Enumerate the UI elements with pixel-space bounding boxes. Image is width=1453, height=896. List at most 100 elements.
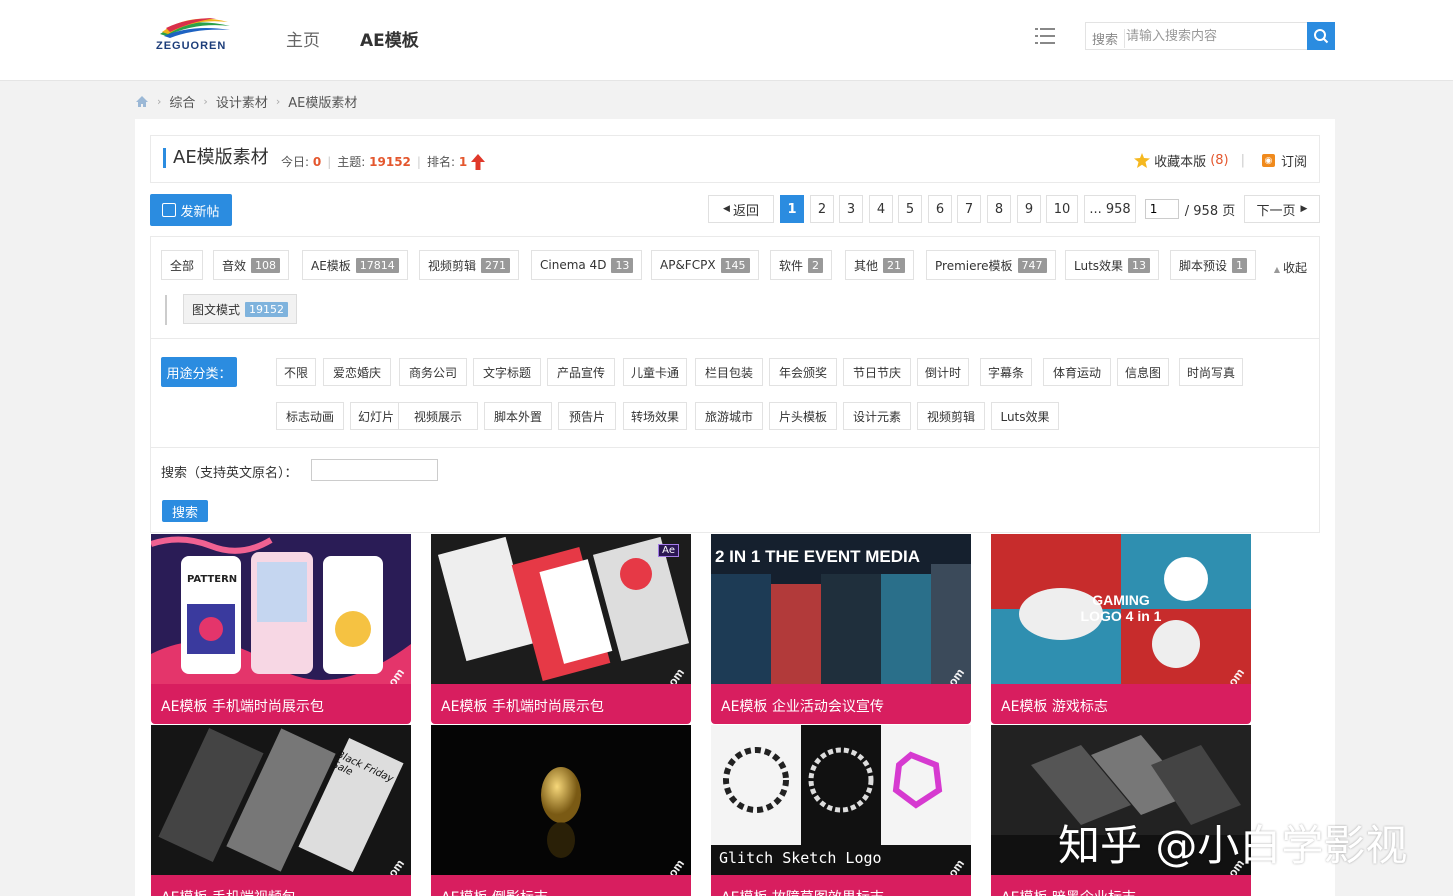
thread-card[interactable]: Glitch Sketch Logo cgsoso.com AE模板 故障草图效…: [711, 725, 971, 896]
use-category-tag[interactable]: 时尚写真: [1179, 358, 1243, 386]
favorite-forum-link[interactable]: 收藏本版 (8) |: [1134, 151, 1245, 170]
thread-card[interactable]: PATTERN cgsoso.com AE模板 手机端时尚展示包: [151, 534, 411, 724]
filter-search-input[interactable]: [311, 459, 438, 481]
thread-title[interactable]: AE模板 故障草图效果标志: [711, 875, 971, 896]
thread-thumbnail[interactable]: PATTERN cgsoso.com: [151, 534, 411, 684]
type-tag[interactable]: AP&FCPX145: [651, 250, 759, 280]
type-tag[interactable]: AE模板17814: [302, 250, 408, 280]
pager-page-4[interactable]: 4: [869, 195, 893, 223]
thread-title[interactable]: AE模板 手机端时尚展示包: [431, 684, 691, 724]
thread-thumbnail[interactable]: Glitch Sketch Logo cgsoso.com: [711, 725, 971, 875]
pager-back[interactable]: ◀返回: [708, 195, 774, 223]
pager-page-5[interactable]: 5: [898, 195, 922, 223]
today-count: 0: [313, 155, 321, 169]
type-tag[interactable]: Cinema 4D13: [531, 250, 642, 280]
pager-jump-input[interactable]: [1145, 199, 1179, 219]
thumbnail-text: 2 IN 1 THE EVENT MEDIA: [715, 542, 941, 572]
thread-title[interactable]: AE模板 倒影标志: [431, 875, 691, 896]
breadcrumb-item[interactable]: AE模版素材: [288, 92, 357, 111]
use-category-tag[interactable]: 栏目包装: [695, 358, 763, 386]
use-category-tag[interactable]: 转场效果: [623, 402, 687, 430]
thread-thumbnail[interactable]: 2 IN 1 THE EVENT MEDIA cgsoso.com: [711, 534, 971, 684]
use-category-tag[interactable]: 儿童卡通: [623, 358, 687, 386]
use-category-tag[interactable]: 节日节庆: [843, 358, 911, 386]
pager-page-10[interactable]: 10: [1046, 195, 1078, 223]
use-category-tag[interactable]: 片头模板: [769, 402, 837, 430]
thread-card[interactable]: 2 IN 1 THE EVENT MEDIA cgsoso.com AE模板 企…: [711, 534, 971, 724]
breadcrumb-item[interactable]: 设计素材: [216, 92, 268, 111]
thread-thumbnail[interactable]: GAMING LOGO 4 in 1 cgsoso.com: [991, 534, 1251, 684]
pager-next[interactable]: 下一页▶: [1244, 195, 1320, 223]
thread-title[interactable]: AE模板 暗黑企业标志: [991, 875, 1251, 896]
thread-title[interactable]: AE模板 企业活动会议宣传: [711, 684, 971, 724]
type-tag-label: 软件: [779, 257, 803, 274]
thread-title[interactable]: AE模板 手机端时尚展示包: [151, 684, 411, 724]
use-category-tag[interactable]: 预告片: [558, 402, 616, 430]
type-tag-all[interactable]: 全部: [161, 250, 203, 280]
type-tag[interactable]: Luts效果13: [1065, 250, 1159, 280]
pager-page-6[interactable]: 6: [928, 195, 952, 223]
use-category-tag[interactable]: 爱恋婚庆: [323, 358, 391, 386]
phone-mockup-thumbnail-icon: [151, 534, 411, 684]
type-tag[interactable]: Premiere模板747: [926, 250, 1056, 280]
type-tag[interactable]: 视频剪辑271: [419, 250, 519, 280]
thread-thumbnail[interactable]: Black Friday Sale cgsoso.com: [151, 725, 411, 875]
pager-page-7[interactable]: 7: [957, 195, 981, 223]
thread-title[interactable]: AE模板 游戏标志: [991, 684, 1251, 724]
use-category-tag[interactable]: 幻灯片: [350, 402, 402, 430]
thread-card[interactable]: Ae cgsoso.com AE模板 手机端时尚展示包: [431, 534, 691, 724]
type-tag[interactable]: 音效108: [213, 250, 289, 280]
use-category-tag[interactable]: Luts效果: [991, 402, 1059, 430]
collapse-toggle[interactable]: ▲收起: [1274, 259, 1307, 276]
use-category-tag[interactable]: 文字标题: [473, 358, 541, 386]
pager-last-page[interactable]: ... 958: [1084, 195, 1136, 223]
nav-ae-templates[interactable]: AE模板: [360, 26, 419, 51]
breadcrumb-item[interactable]: 综合: [169, 92, 195, 111]
type-tag[interactable]: 其他21: [845, 250, 914, 280]
pager-page-1[interactable]: 1: [780, 195, 804, 223]
thread-card[interactable]: cgsoso.com AE模板 倒影标志: [431, 725, 691, 896]
use-category-tag[interactable]: 设计元素: [843, 402, 911, 430]
search-input[interactable]: [1126, 24, 1306, 48]
home-icon[interactable]: [135, 95, 149, 108]
use-category-tag[interactable]: 字幕条: [980, 358, 1032, 386]
type-count-badge: 13: [611, 258, 633, 273]
type-tag[interactable]: 软件2: [770, 250, 832, 280]
new-post-button[interactable]: 发新帖: [150, 194, 232, 226]
pager-page-2[interactable]: 2: [810, 195, 834, 223]
use-category-tag[interactable]: 视频剪辑: [917, 402, 985, 430]
site-logo[interactable]: ZEGUOREN: [156, 14, 234, 56]
thread-card[interactable]: GAMING LOGO 4 in 1 cgsoso.com AE模板 游戏标志: [991, 534, 1251, 724]
subscribe-link[interactable]: ◉ 订阅: [1262, 151, 1307, 170]
use-category-tag[interactable]: 商务公司: [399, 358, 467, 386]
use-category-tag[interactable]: 不限: [276, 358, 316, 386]
logo-swoosh-icon: [156, 14, 234, 40]
thread-thumbnail[interactable]: cgsoso.com: [431, 725, 691, 875]
type-tag-label: AE模板: [311, 257, 351, 274]
use-category-tag[interactable]: 年会颁奖: [769, 358, 837, 386]
use-category-tag[interactable]: 体育运动: [1043, 358, 1111, 386]
phone-mockup-thumbnail-icon: [431, 534, 691, 684]
pager-jump: / 958 页: [1142, 195, 1238, 223]
search-button[interactable]: [1307, 22, 1335, 50]
nav-home[interactable]: 主页: [286, 26, 320, 51]
mode-divider: [165, 295, 167, 325]
thread-title[interactable]: AE模板 手机端视频包: [151, 875, 411, 896]
use-category-tag[interactable]: 标志动画: [276, 402, 344, 430]
thread-thumbnail[interactable]: Ae cgsoso.com: [431, 534, 691, 684]
use-category-tag[interactable]: 倒计时: [917, 358, 969, 386]
pager-page-9[interactable]: 9: [1017, 195, 1041, 223]
filter-search-button[interactable]: 搜索: [162, 500, 208, 522]
thread-card[interactable]: Black Friday Sale cgsoso.com AE模板 手机端视频包: [151, 725, 411, 896]
use-category-tag[interactable]: 旅游城市: [695, 402, 763, 430]
pager-page-3[interactable]: 3: [839, 195, 863, 223]
use-category-tag[interactable]: 信息图: [1117, 358, 1169, 386]
overlay-watermark: 知乎 @小白学影视: [1058, 812, 1407, 873]
display-mode-tag[interactable]: 图文模式19152: [183, 294, 297, 324]
use-category-tag[interactable]: 视频展示: [398, 402, 478, 430]
use-category-tag[interactable]: 脚本外置: [484, 402, 552, 430]
list-menu-icon[interactable]: [1035, 27, 1055, 45]
type-tag[interactable]: 脚本预设1: [1170, 250, 1256, 280]
use-category-tag[interactable]: 产品宣传: [547, 358, 615, 386]
pager-page-8[interactable]: 8: [987, 195, 1011, 223]
